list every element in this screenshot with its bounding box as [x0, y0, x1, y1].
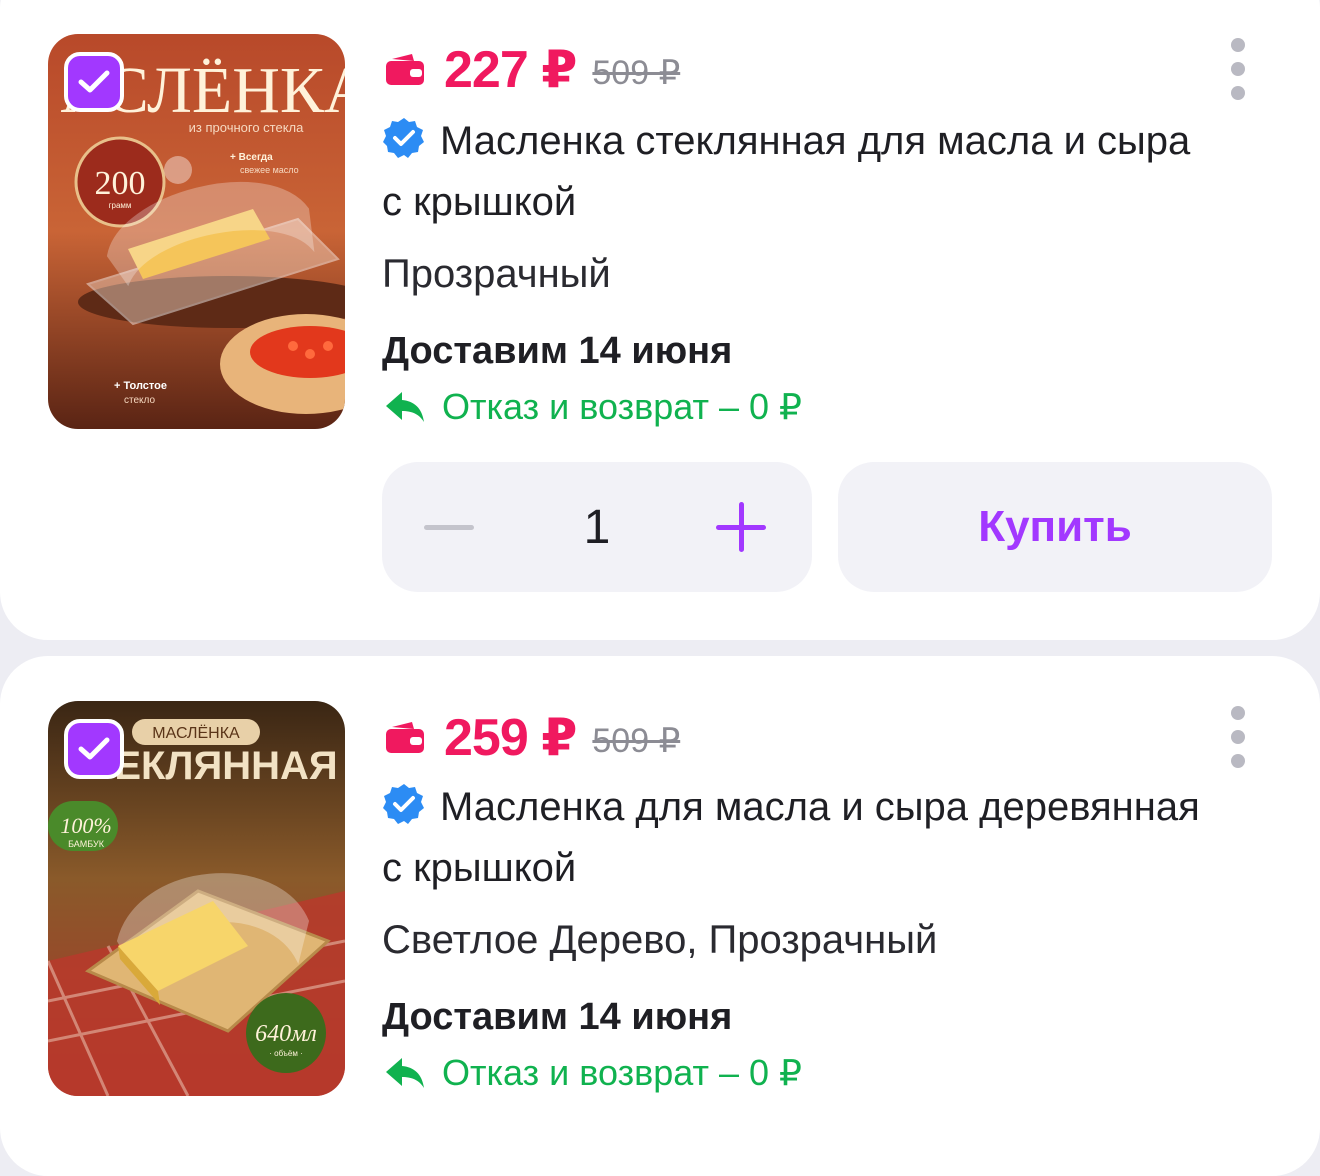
return-policy-text: Отказ и возврат – 0 ₽	[442, 1052, 802, 1093]
product-title-block[interactable]: Масленка для масла и сыра деревянная с к…	[382, 777, 1202, 899]
buy-button[interactable]: Купить	[838, 462, 1272, 592]
image-badge-number: 200	[95, 165, 146, 202]
more-menu-button[interactable]	[1224, 38, 1252, 110]
current-price: 259 ₽	[444, 709, 577, 767]
image-badge: 100%	[60, 813, 111, 838]
return-arrow-icon	[386, 392, 424, 422]
product-image[interactable]: АСЛЁНКА из прочного стекла 200 грамм + В…	[48, 34, 345, 429]
price-row: 259 ₽ 509 ₽	[384, 708, 680, 768]
cart-item-card: МАСЛЁНКА ЕКЛЯННАЯ 100% БАМБУК 640мл · об…	[0, 656, 1320, 1176]
delivery-date: Доставим 14 июня	[382, 330, 733, 372]
delivery-date: Доставим 14 июня	[382, 996, 733, 1038]
wallet-icon	[386, 722, 424, 753]
product-variant: Прозрачный	[382, 252, 611, 296]
current-price: 227 ₽	[444, 41, 577, 99]
checkmark-icon	[78, 70, 110, 93]
image-badge-unit: грамм	[109, 201, 132, 210]
image-badge: · объём ·	[269, 1049, 303, 1058]
image-note: + Толстое	[114, 380, 167, 392]
image-note: стекло	[124, 395, 155, 406]
dot-icon	[1231, 38, 1245, 52]
image-badge: 640мл	[255, 1021, 317, 1047]
quantity-stepper: 1	[382, 462, 812, 592]
price-row: 227 ₽ 509 ₽	[384, 40, 680, 100]
return-policy-text: Отказ и возврат – 0 ₽	[442, 386, 802, 427]
increase-quantity-button[interactable]	[716, 502, 766, 552]
select-checkbox[interactable]	[64, 719, 124, 779]
old-price: 509 ₽	[592, 54, 681, 92]
image-banner: ЕКЛЯННАЯ	[114, 744, 337, 788]
old-price: 509 ₽	[592, 722, 681, 760]
cart-item-card: АСЛЁНКА из прочного стекла 200 грамм + В…	[0, 0, 1320, 640]
return-policy[interactable]: Отказ и возврат – 0 ₽	[384, 1052, 802, 1094]
product-image[interactable]: МАСЛЁНКА ЕКЛЯННАЯ 100% БАМБУК 640мл · об…	[48, 701, 345, 1096]
dot-icon	[1231, 754, 1245, 768]
verified-badge-icon	[383, 784, 424, 824]
wallet-icon	[386, 54, 424, 85]
image-pill: МАСЛЁНКА	[152, 724, 240, 742]
dot-icon	[1231, 730, 1245, 744]
product-title: Масленка стеклянная для масла и сыра с к…	[382, 119, 1191, 224]
product-title-block[interactable]: Масленка стеклянная для масла и сыра с к…	[382, 111, 1202, 233]
checkmark-icon	[78, 737, 110, 760]
return-policy[interactable]: Отказ и возврат – 0 ₽	[384, 386, 802, 428]
product-title: Масленка для масла и сыра деревянная с к…	[382, 785, 1200, 890]
decrease-quantity-button[interactable]	[424, 508, 474, 546]
product-variant: Светлое Дерево, Прозрачный	[382, 918, 938, 962]
dot-icon	[1231, 86, 1245, 100]
quantity-value: 1	[583, 501, 611, 554]
dot-icon	[1231, 62, 1245, 76]
dot-icon	[1231, 706, 1245, 720]
return-arrow-icon	[386, 1058, 424, 1088]
select-checkbox[interactable]	[64, 52, 124, 112]
image-note: + Всегда	[230, 152, 273, 163]
image-note: свежее масло	[240, 165, 299, 175]
image-badge: БАМБУК	[68, 839, 105, 849]
image-subtitle: из прочного стекла	[189, 120, 304, 135]
more-menu-button[interactable]	[1224, 706, 1252, 778]
verified-badge-icon	[383, 118, 424, 158]
